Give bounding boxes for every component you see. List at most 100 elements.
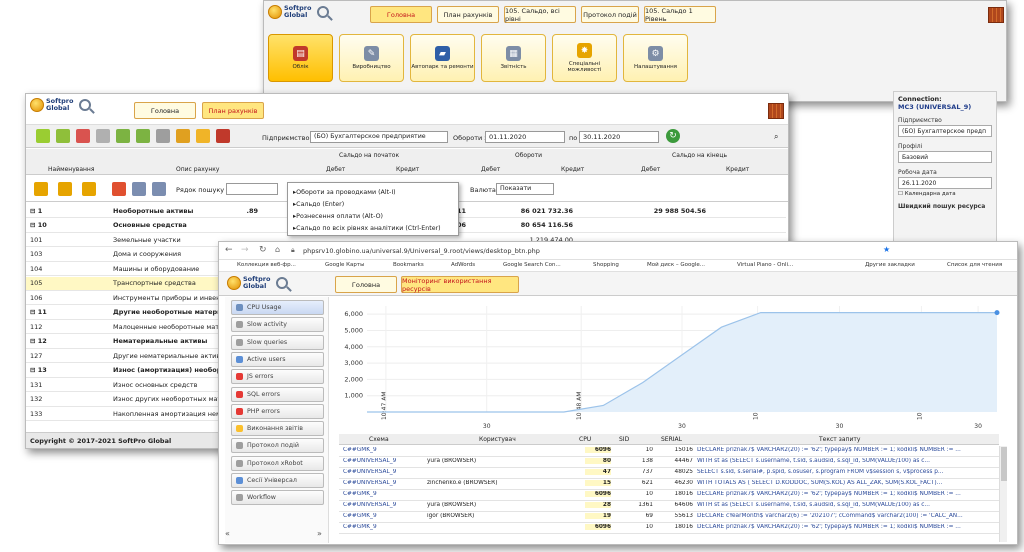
table-row[interactable]: C##UNIVERSAL_9 yura (BROWSER) 80 138 44467 WI… [339,457,999,468]
col-debit2[interactable]: Дебет [481,166,500,173]
tab-home[interactable]: Головна [335,276,397,293]
sidebar-item-7[interactable]: Виконання звітів [231,421,324,437]
profile-select[interactable]: Базовий [898,151,992,163]
bookmark-8[interactable]: Virtual Piano - Onli... [737,262,793,268]
menu-item-all-levels[interactable]: ▸ Сальдо по всіх рівнях аналітики (Ctrl-… [293,222,453,234]
table-row[interactable]: C##UNIVERSAL_9 47 737 48025 SELECT s.sid, s.… [339,468,999,479]
sidebar-item-10[interactable]: Сесії Універсал [231,473,324,488]
search-small-icon[interactable]: ⌕ [774,132,778,142]
sidebar-item-11[interactable]: Workflow [231,490,324,506]
tile-special[interactable]: ✸ Спеціальні можливості [552,34,617,82]
bookmark-3[interactable]: Bookmarks [393,262,424,268]
exit-icon[interactable] [768,103,784,119]
menu-item-payment[interactable]: ▸ Рознесення оплати (Alt-O) [293,210,453,222]
tile-reports[interactable]: ▦ Звітність [481,34,546,82]
menu-item-balance[interactable]: ▸ Сальдо (Enter) [293,198,453,210]
firm-select[interactable]: (БО) Бухгалтерское предприятие [310,131,448,143]
menu-item-turnover[interactable]: ▸ Обороти за проводками (Alt-I) [293,186,453,198]
col-serial[interactable]: SERIAL [661,434,682,444]
bookmark-7[interactable]: Мой диск – Google... [647,262,705,268]
date-from-input[interactable]: 01.11.2020 [485,131,565,143]
edit-icon[interactable] [76,129,90,143]
tab-balance-all[interactable]: 105. Сальдо, всі рівні [504,6,576,23]
table-row[interactable]: C##GMK_9 6096 10 15016 DECLARE priznak7$ VAR… [339,446,999,457]
tab-chart-of-accounts[interactable]: План рахунків [437,6,499,23]
tab-home[interactable]: Головна [134,102,196,119]
sidebar-item-3[interactable]: Active users [231,351,324,367]
calendar-date-checkbox[interactable]: ☐ Календарна дата [898,191,992,197]
date-to-input[interactable]: 30.11.2020 [579,131,659,143]
expand-icon[interactable]: » [317,529,322,538]
col-sid[interactable]: SID [619,434,629,444]
search-icon[interactable] [79,99,92,111]
level3-icon[interactable] [82,182,96,196]
document-icon[interactable] [96,129,110,143]
sort-icon[interactable] [112,182,126,196]
col-description[interactable]: Опис рахунку [176,166,219,173]
tab-home[interactable]: Головна [370,6,432,23]
tile-fleet[interactable]: ▰ Автопарк та ремонти [410,34,475,82]
sidebar-item-1[interactable]: Slow activity [231,317,324,333]
exit-icon[interactable] [988,7,1004,23]
sidebar-item-9[interactable]: Протокол xRobot [231,455,324,471]
sidebar-item-6[interactable]: PHP errors [231,403,324,419]
col-debit1[interactable]: Дебет [326,166,345,173]
table-row[interactable]: C##GMK_9 6096 10 18016 DECLARE priznak7$ VAR… [339,490,999,501]
refresh-icon[interactable]: ↻ [666,129,680,143]
copy-icon[interactable] [56,129,70,143]
settings-icon[interactable] [196,129,210,143]
level2-icon[interactable] [58,182,72,196]
reload-icon[interactable]: ↻ [259,245,267,255]
table-row[interactable]: C##UNIVERSAL_9 zinchenko.e (BROWSER) 15 621… [339,479,999,490]
search-input[interactable] [226,183,278,195]
import-icon[interactable] [136,129,150,143]
bookmark-1[interactable]: Коллекция веб-фр... [237,262,296,268]
lock-icon[interactable] [176,129,190,143]
export-icon[interactable] [116,129,130,143]
tab-resource-monitor[interactable]: Моніторинг використання ресурсів [401,276,519,293]
scrollbar[interactable] [999,446,1007,542]
print-icon[interactable] [156,129,170,143]
tab-balance-level1[interactable]: 105. Сальдо 1 Рівень [644,6,716,23]
back-icon[interactable]: ← [225,245,233,255]
sidebar-item-8[interactable]: Протокол подій [231,438,324,454]
search-icon[interactable] [317,6,330,18]
col-credit2[interactable]: Кредит [561,166,584,173]
tab-chart-of-accounts[interactable]: План рахунків [202,102,264,119]
table-row[interactable]: C##GMK_9 6096 10 18016 DECLARE priznak7$ VAR… [339,523,999,534]
sidebar-item-2[interactable]: Slow queries [231,334,324,350]
delete-icon[interactable] [216,129,230,143]
table-row[interactable]: C##UNIVERSAL_9 yura (BROWSER) 28 1361 64606 W… [339,501,999,512]
col-cpu[interactable]: CPU [579,434,591,444]
col-debit3[interactable]: Дебет [641,166,660,173]
forward-icon[interactable]: → [241,245,249,255]
bookmark-6[interactable]: Shopping [593,262,619,268]
home-icon[interactable]: ⌂ [275,245,280,254]
bookmark-other[interactable]: Другие закладки [865,262,915,268]
bookmark-4[interactable]: AdWords [451,262,475,268]
sidebar-item-0[interactable]: CPU Usage [231,300,324,315]
col-query[interactable]: Текст запиту [819,434,860,444]
col-credit1[interactable]: Кредит [396,166,419,173]
col-schema[interactable]: Схема [369,434,389,444]
tile-production[interactable]: ✎ Виробництво [339,34,404,82]
url-text[interactable]: phpsrv10.globino.ua/universal.9/Universa… [303,247,540,255]
col-name[interactable]: Найменування [48,166,94,173]
columns-icon[interactable] [132,182,146,196]
sidebar-item-5[interactable]: SQL errors [231,386,324,402]
collapse-icon[interactable]: « [225,529,230,538]
work-date-input[interactable]: 26.11.2020 [898,177,992,189]
search-icon[interactable] [276,277,289,289]
star-icon[interactable]: ★ [883,245,890,254]
add-icon[interactable] [36,129,50,143]
tile-settings[interactable]: ⚙ Налаштування [623,34,688,82]
table-row[interactable]: C##GMK_9 igor (BROWSER) 19 69 55613 DECLARE c… [339,512,999,523]
bookmark-5[interactable]: Google Search Con... [503,262,561,268]
tab-event-log[interactable]: Протокол подій [581,6,639,23]
currency-select[interactable]: Показати [496,183,554,195]
bookmark-2[interactable]: Google Карты [325,262,364,268]
tile-accounting[interactable]: ▤ Облік [268,34,333,82]
col-user[interactable]: Користувач [479,434,516,444]
level1-icon[interactable] [34,182,48,196]
col-credit3[interactable]: Кредит [726,166,749,173]
